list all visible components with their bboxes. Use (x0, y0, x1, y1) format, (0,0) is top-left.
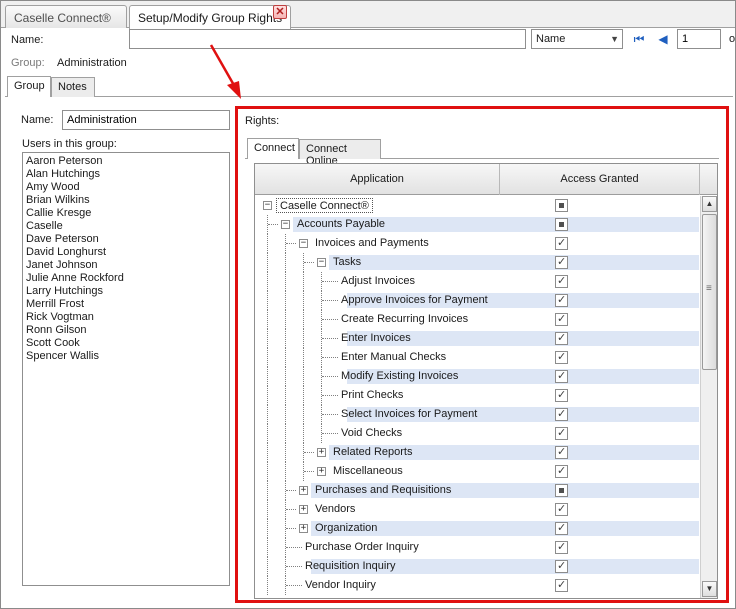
user-list-item[interactable]: Amy Wood (26, 181, 226, 194)
user-list-item[interactable]: Ronn Gilson (26, 324, 226, 337)
record-number-input[interactable] (677, 29, 721, 49)
highlight-callout-box (235, 106, 729, 603)
current-group-info: Group: Administration (11, 57, 127, 69)
tab-setup-modify-group-rights[interactable]: Setup/Modify Group Rights (129, 5, 291, 29)
user-list-item[interactable]: Caselle (26, 220, 226, 233)
group-tabs: Group Notes (5, 75, 733, 97)
user-list-item[interactable]: Dave Peterson (26, 233, 226, 246)
name-search-input[interactable] (129, 29, 526, 49)
sort-field-select[interactable]: Name ▼ (531, 29, 623, 49)
tab-group[interactable]: Group (7, 76, 51, 97)
group-value: Administration (57, 57, 127, 69)
user-list-item[interactable]: Janet Johnson (26, 259, 226, 272)
document-tab-strip: Caselle Connect® Setup/Modify Group Righ… (1, 1, 735, 29)
user-list-item[interactable]: Larry Hutchings (26, 285, 226, 298)
users-in-group-label: Users in this group: (22, 138, 117, 150)
group-name-input[interactable] (62, 110, 230, 130)
sort-field-value: Name (536, 33, 566, 45)
user-list-item[interactable]: Spencer Wallis (26, 350, 226, 363)
users-list[interactable]: Aaron Peterson Alan Hutchings Amy Wood Bria… (22, 152, 230, 586)
name-label: Name: (11, 34, 44, 46)
user-list-item[interactable]: Aaron Peterson (26, 155, 226, 168)
user-list-item[interactable]: Merrill Frost (26, 298, 226, 311)
first-record-icon[interactable]: ⏮ (631, 31, 647, 47)
user-list-item[interactable]: Alan Hutchings (26, 168, 226, 181)
record-count-label: o (729, 33, 736, 45)
user-list-item[interactable]: Scott Cook (26, 337, 226, 350)
close-tab-icon[interactable]: ✕ (273, 5, 287, 19)
previous-record-icon[interactable]: ◀ (655, 31, 671, 47)
record-search-bar: Name: Name ▼ ⏮ ◀ o (1, 29, 735, 53)
user-list-item[interactable]: David Longhurst (26, 246, 226, 259)
tab-caselle-connect[interactable]: Caselle Connect® (5, 5, 127, 28)
chevron-down-icon: ▼ (610, 34, 619, 44)
user-list-item[interactable]: Rick Vogtman (26, 311, 226, 324)
user-list-item[interactable]: Brian Wilkins (26, 194, 226, 207)
app-window: Caselle Connect® Setup/Modify Group Righ… (0, 0, 736, 609)
group-name-label: Name: (21, 114, 54, 126)
user-list-item[interactable]: Julie Anne Rockford (26, 272, 226, 285)
group-label: Group: (11, 57, 45, 69)
tab-notes[interactable]: Notes (51, 77, 95, 97)
annotation-arrow-icon (209, 44, 241, 99)
user-list-item[interactable]: Callie Kresge (26, 207, 226, 220)
